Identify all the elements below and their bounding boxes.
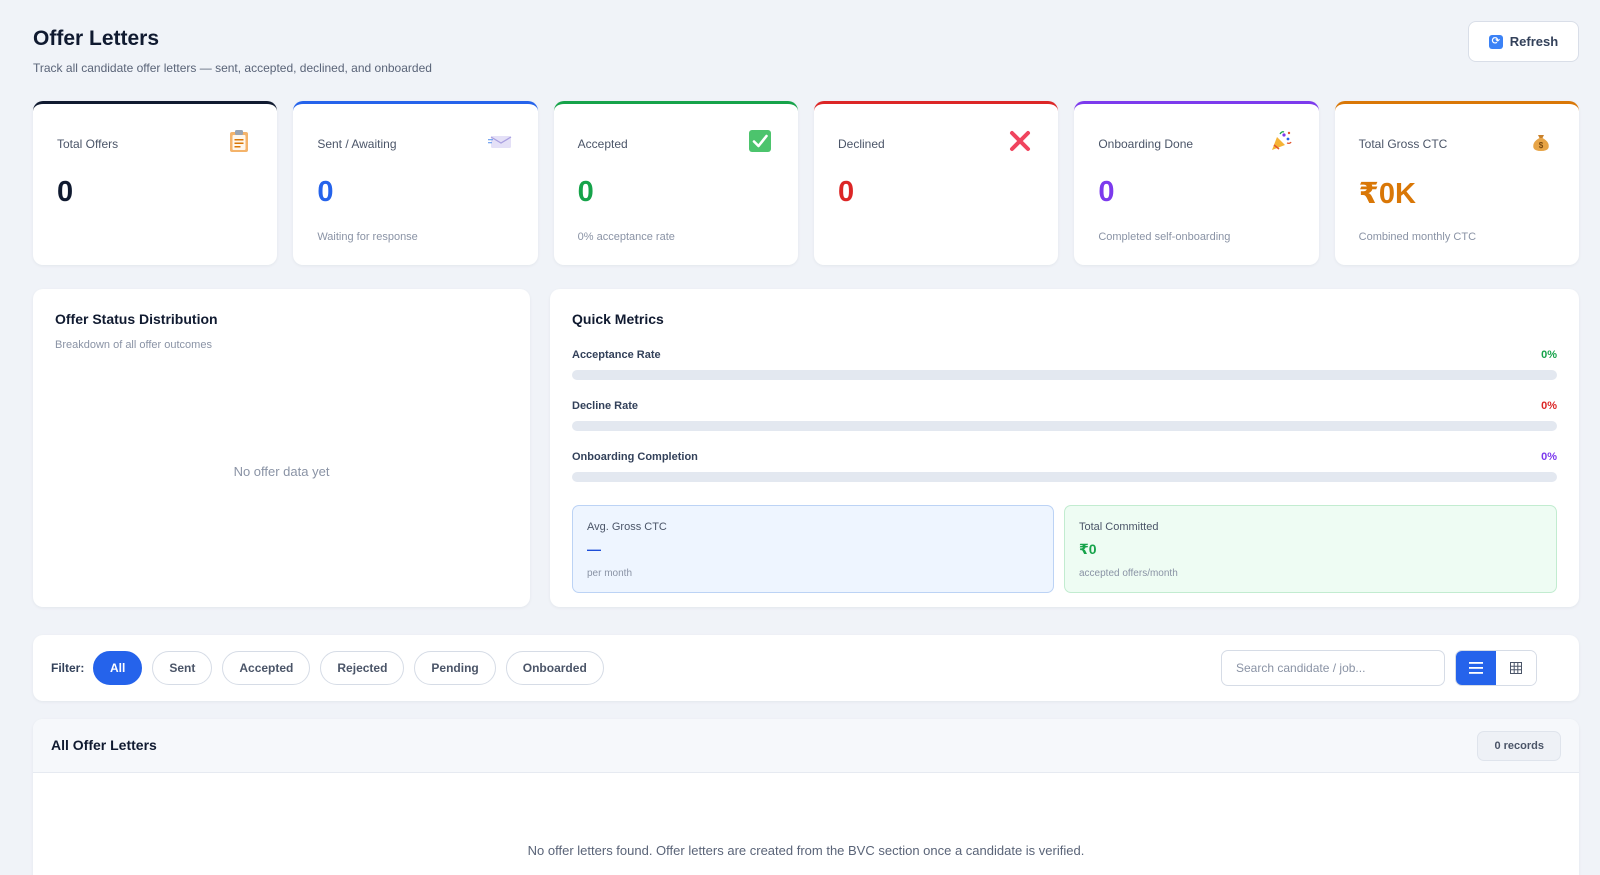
total-committed-label: Total Committed [1079, 521, 1159, 533]
check-icon [748, 129, 772, 153]
quick-metrics-panel: Quick Metrics Acceptance Rate 0% Decline… [550, 289, 1579, 607]
total-committed-value: ₹0 [1079, 541, 1097, 557]
filter-chips: All Sent Accepted Rejected Pending Onboa… [93, 651, 604, 685]
table-header: All Offer Letters 0 records [33, 719, 1579, 773]
metric-progress-track [572, 472, 1557, 482]
filter-chip-onboarded[interactable]: Onboarded [505, 651, 604, 685]
offer-letters-table: All Offer Letters 0 records No offer let… [33, 719, 1579, 875]
grid-icon [1510, 662, 1522, 674]
distribution-title: Offer Status Distribution [55, 311, 218, 327]
metric-progress-track [572, 370, 1557, 380]
distribution-empty-state: No offer data yet [233, 464, 330, 479]
offer-letters-page: Offer Letters Track all candidate offer … [33, 0, 1579, 875]
list-view-button[interactable] [1456, 651, 1496, 685]
money-bag-icon: $ [1529, 129, 1553, 153]
metric-progress-track [572, 421, 1557, 431]
card-label: Sent / Awaiting [317, 137, 397, 151]
card-note: 0% acceptance rate [577, 231, 675, 243]
total-committed-box: Total Committed ₹0 accepted offers/month [1064, 505, 1557, 593]
avg-ctc-value: — [587, 541, 601, 557]
card-value: 0 [57, 176, 74, 208]
card-value: 0 [317, 176, 334, 208]
filter-chip-sent[interactable]: Sent [152, 651, 213, 685]
metrics-title: Quick Metrics [572, 311, 664, 327]
table-empty-state: No offer letters found. Offer letters ar… [527, 843, 1085, 858]
refresh-label: Refresh [1509, 34, 1559, 49]
page-title: Offer Letters [33, 27, 160, 50]
card-accepted: Accepted 0 0% acceptance rate [553, 101, 798, 265]
cross-icon [1008, 129, 1032, 153]
list-icon [1469, 662, 1483, 674]
clipboard-icon [227, 129, 251, 153]
card-value: ₹0K [1358, 178, 1416, 210]
metric-name: Decline Rate [572, 400, 639, 412]
metric-decline-rate: Decline Rate 0% [572, 400, 1557, 432]
filter-chip-accepted[interactable]: Accepted [222, 651, 311, 685]
card-label: Declined [837, 137, 885, 151]
card-total-gross-ctc: Total Gross CTC $ ₹0K Combined monthly C… [1334, 101, 1579, 265]
filter-chip-rejected[interactable]: Rejected [320, 651, 405, 685]
status-distribution-panel: Offer Status Distribution Breakdown of a… [33, 289, 530, 607]
card-label: Total Gross CTC [1358, 137, 1448, 151]
page-subtitle: Track all candidate offer letters — sent… [33, 61, 432, 75]
stat-cards: Total Offers 0 Sent / Awaiting 0 Waiting… [33, 101, 1579, 265]
avg-ctc-label: Avg. Gross CTC [587, 521, 667, 533]
card-value: 0 [1098, 176, 1115, 208]
card-label: Total Offers [57, 137, 119, 151]
card-total-offers: Total Offers 0 [33, 101, 278, 265]
card-onboarding-done: Onboarding Done 0 Completed self-onboard… [1074, 101, 1319, 265]
metric-name: Onboarding Completion [572, 451, 698, 463]
card-label: Accepted [577, 137, 628, 151]
refresh-icon: ⟳ [1488, 34, 1503, 49]
grid-view-button[interactable] [1496, 651, 1536, 685]
metric-name: Acceptance Rate [572, 349, 661, 361]
card-sent-awaiting: Sent / Awaiting 0 Waiting for response [293, 101, 538, 265]
metric-onboarding-completion: Onboarding Completion 0% [572, 451, 1557, 483]
card-note: Completed self-onboarding [1098, 231, 1231, 243]
search-input[interactable] [1221, 650, 1445, 686]
filter-bar: Filter: All Sent Accepted Rejected Pendi… [33, 635, 1579, 701]
filter-chip-pending[interactable]: Pending [414, 651, 496, 685]
filter-label: Filter: [51, 661, 85, 675]
card-value: 0 [837, 176, 855, 208]
distribution-subtitle: Breakdown of all offer outcomes [55, 339, 212, 351]
avg-gross-ctc-box: Avg. Gross CTC — per month [572, 505, 1054, 593]
view-toggle [1455, 650, 1537, 686]
filter-chip-all[interactable]: All [93, 651, 143, 685]
envelope-icon [487, 129, 512, 153]
party-popper-icon [1269, 129, 1293, 153]
card-label: Onboarding Done [1098, 137, 1194, 151]
card-declined: Declined 0 [813, 101, 1059, 265]
records-count-badge: 0 records [1477, 731, 1561, 761]
avg-ctc-note: per month [587, 568, 633, 579]
refresh-button[interactable]: ⟳ Refresh [1468, 21, 1579, 62]
svg-text:$: $ [1539, 141, 1544, 150]
metric-value: 0% [1541, 451, 1557, 463]
card-note: Combined monthly CTC [1358, 231, 1477, 243]
table-title: All Offer Letters [51, 737, 157, 753]
card-note: Waiting for response [317, 231, 418, 243]
metric-acceptance-rate: Acceptance Rate 0% [572, 349, 1557, 381]
card-value: 0 [577, 176, 594, 208]
metric-value: 0% [1541, 349, 1557, 361]
metric-value: 0% [1541, 400, 1557, 412]
total-committed-note: accepted offers/month [1079, 568, 1178, 579]
